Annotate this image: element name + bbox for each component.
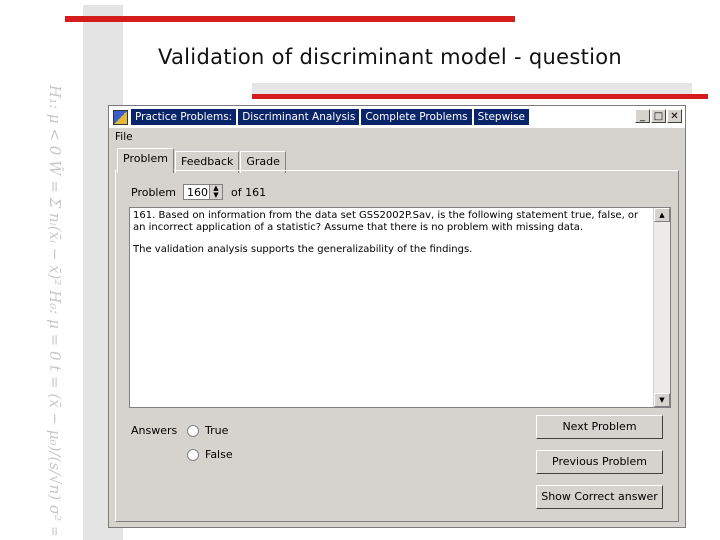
question-textarea[interactable]: 161. Based on information from the data … [129, 207, 671, 408]
question-text: 161. Based on information from the data … [133, 210, 650, 266]
problem-number-stepper[interactable]: 160 ▲ ▼ [183, 184, 223, 200]
close-button[interactable]: ✕ [667, 109, 682, 123]
previous-problem-button[interactable]: Previous Problem [536, 450, 663, 474]
scroll-down-icon[interactable]: ▼ [654, 393, 670, 407]
answer-true-option[interactable]: True [187, 424, 228, 437]
answer-false-option[interactable]: False [187, 448, 233, 461]
window-titlebar[interactable]: Practice Problems: Discriminant Analysis… [109, 106, 685, 128]
menubar: File [109, 128, 685, 146]
minimize-button[interactable]: _ [635, 109, 650, 123]
tab-strip: Problem Feedback Grade [117, 148, 287, 173]
decorative-formula-strip: H₁: μ < 0 Ŵ = Σ nᵢ(x̄ᵢ − x̄)² H₀: μ = 0 … [8, 85, 78, 535]
radio-false[interactable] [187, 448, 199, 461]
maximize-button[interactable]: □ [651, 109, 666, 123]
tab-problem[interactable]: Problem [117, 148, 174, 173]
answer-true-label: True [205, 424, 229, 437]
answers-label: Answers [131, 424, 178, 437]
formula-text: H₁: μ < 0 Ŵ = Σ nᵢ(x̄ᵢ − x̄)² H₀: μ = 0 … [46, 85, 64, 535]
title-segment-discriminant: Discriminant Analysis [238, 109, 360, 125]
problem-number-value: 160 [187, 186, 208, 199]
app-icon [113, 109, 128, 125]
title-segment-complete: Complete Problems [361, 109, 472, 125]
menu-file[interactable]: File [115, 131, 133, 143]
slide-title: Validation of discriminant model - quest… [157, 45, 623, 69]
problem-label: Problem [131, 186, 176, 199]
decorative-red-line-middle [252, 94, 708, 99]
question-scrollbar[interactable]: ▲ ▼ [653, 208, 670, 407]
title-segment-stepwise: Stepwise [473, 109, 529, 125]
app-window: Practice Problems: Discriminant Analysis… [108, 105, 686, 528]
problem-count-label: of 161 [231, 186, 267, 199]
decorative-red-line-top [65, 16, 515, 22]
next-problem-button[interactable]: Next Problem [536, 415, 663, 439]
title-segment-practice: Practice Problems: [131, 109, 237, 125]
stepper-arrows-icon[interactable]: ▲ ▼ [209, 185, 222, 199]
show-correct-answer-button[interactable]: Show Correct answer [536, 485, 663, 509]
answer-false-label: False [205, 448, 233, 461]
statement-paragraph: The validation analysis supports the gen… [133, 244, 473, 255]
scroll-up-icon[interactable]: ▲ [654, 208, 670, 222]
question-paragraph: 161. Based on information from the data … [133, 210, 639, 233]
radio-true[interactable] [187, 424, 199, 437]
decorative-gray-band [252, 83, 692, 94]
